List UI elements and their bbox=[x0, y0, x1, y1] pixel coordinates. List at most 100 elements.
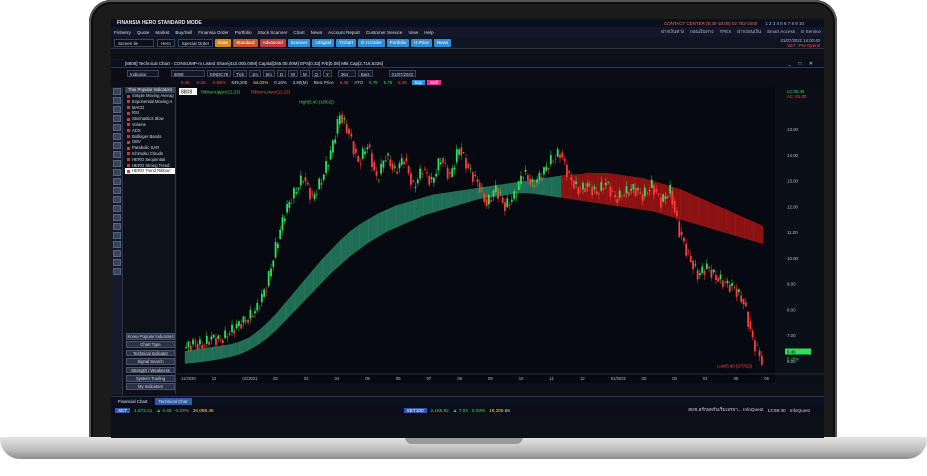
menu-item-7[interactable]: Chart bbox=[290, 30, 307, 35]
tool-icon[interactable] bbox=[112, 160, 121, 167]
screen-select[interactable]: Screen ile bbox=[114, 38, 154, 47]
price-chart[interactable]: 8808 RibbonUpper(12,23) RibbonLower(12,23)… bbox=[177, 87, 824, 383]
menu-item-0[interactable]: Finberry bbox=[111, 30, 134, 35]
news-ticker[interactable]: สมช.อรักษพรับเริ่มเจรจา... InfoQuest bbox=[688, 407, 763, 414]
bottom-tab-0[interactable]: Financial Chart bbox=[114, 398, 152, 405]
interval-7[interactable]: Y bbox=[322, 69, 332, 77]
bottom-tab-1[interactable]: Technical Char bbox=[154, 397, 192, 405]
tool-icon[interactable] bbox=[112, 268, 121, 275]
interval-1[interactable]: 1m bbox=[248, 69, 261, 77]
vol-pct: 64.02% bbox=[253, 80, 269, 85]
candle-body bbox=[625, 186, 628, 194]
menu-item-11[interactable]: View bbox=[405, 30, 421, 35]
window-controls[interactable]: _ □ ✕ bbox=[788, 61, 816, 67]
bar-count[interactable]: 364 bbox=[337, 69, 356, 77]
tool-icon[interactable] bbox=[112, 88, 121, 95]
sell-button[interactable]: Sell bbox=[427, 80, 441, 85]
interval-6[interactable]: Q bbox=[311, 69, 321, 77]
bar-unit[interactable]: Bars bbox=[357, 69, 373, 77]
tool-icon[interactable] bbox=[112, 205, 121, 212]
panel-button-1[interactable]: Chart Type bbox=[126, 341, 175, 348]
candle-body bbox=[728, 284, 731, 292]
ribbon-segment bbox=[744, 217, 754, 242]
tool-icon[interactable] bbox=[112, 133, 121, 140]
tool-icon[interactable] bbox=[112, 223, 121, 230]
tool-icon[interactable] bbox=[112, 187, 121, 194]
tool-icon[interactable] bbox=[112, 196, 121, 203]
menu-right-item-4[interactable]: Smart Access bbox=[764, 29, 798, 36]
menu-right-item-0[interactable]: ฝากเงินทาง bbox=[658, 29, 687, 36]
tool-icon[interactable] bbox=[112, 178, 121, 185]
interval-5[interactable]: M bbox=[300, 69, 310, 77]
set-pct: 0.23% bbox=[175, 407, 189, 413]
mode-button-7[interactable]: Portfolio bbox=[386, 38, 410, 47]
tool-icon[interactable] bbox=[112, 151, 121, 158]
interval-2[interactable]: 5m bbox=[262, 69, 275, 77]
candle-body bbox=[384, 160, 387, 162]
panel-button-5[interactable]: System Trading bbox=[126, 375, 175, 382]
open-price: 5.75 bbox=[369, 80, 378, 85]
mode-button-2[interactable]: Advanced bbox=[259, 38, 286, 47]
panel-button-6[interactable]: My Indicators bbox=[126, 383, 175, 390]
panel-button-3[interactable]: Signal Search bbox=[126, 358, 175, 365]
special-order-select[interactable]: Special Order bbox=[177, 38, 214, 47]
mode-button-6[interactable]: O.H.Order bbox=[357, 38, 385, 47]
tool-icon[interactable] bbox=[112, 106, 121, 113]
low-price: 5.45 bbox=[398, 80, 407, 85]
indicator-select[interactable]: Indicator bbox=[127, 69, 159, 77]
menu-item-9[interactable]: Account Report bbox=[325, 30, 363, 35]
code-field[interactable]: EINDC78 bbox=[207, 69, 232, 77]
candle-body bbox=[462, 152, 465, 153]
contact-center[interactable]: CONTACT CENTER (8:30-18:00) 02 782-2400 bbox=[664, 21, 757, 26]
menu-item-5[interactable]: Portfolio bbox=[232, 30, 255, 35]
hero-select[interactable]: Hero bbox=[157, 38, 175, 47]
tool-icon[interactable] bbox=[112, 169, 121, 176]
tool-icon[interactable] bbox=[112, 142, 121, 149]
menu-right-item-5[interactable]: E-Service bbox=[798, 29, 824, 36]
candle-body bbox=[504, 202, 506, 212]
panel-button-0[interactable]: Korea Popular Indicators bbox=[126, 333, 175, 340]
buy-button[interactable]: Buy bbox=[411, 80, 426, 85]
mode-button-4[interactable]: UDigital bbox=[312, 38, 335, 47]
window-numbers[interactable]: 1 2 3 4 5 6 7 8 9 10 bbox=[765, 21, 804, 26]
symbol-input[interactable]: 8808 bbox=[171, 69, 205, 77]
interval-3[interactable]: D bbox=[276, 69, 286, 77]
candle-body bbox=[263, 289, 266, 297]
interval-0[interactable]: Tick bbox=[233, 69, 247, 77]
candle-body bbox=[377, 179, 380, 181]
menu-right-item-3[interactable]: ฝากถอนเงิน bbox=[734, 29, 764, 36]
tool-icon[interactable] bbox=[112, 124, 121, 131]
menu-right-item-2[interactable]: TFEX bbox=[717, 29, 735, 36]
mode-button-1[interactable]: Standard bbox=[233, 38, 258, 47]
tool-icon[interactable] bbox=[112, 259, 121, 266]
candle-body bbox=[733, 287, 736, 289]
tool-icon[interactable] bbox=[112, 97, 121, 104]
menu-item-10[interactable]: Customer Service bbox=[363, 30, 406, 35]
mode-button-8[interactable]: H.Price bbox=[411, 38, 432, 47]
indicator-item[interactable]: HERO Trend Ribbon bbox=[125, 168, 175, 175]
x-tick-label: 06 bbox=[396, 376, 401, 381]
menu-item-6[interactable]: Stock Scanner bbox=[255, 30, 291, 35]
menu-right-item-1[interactable]: ถอนเงินทาง bbox=[687, 29, 717, 36]
panel-button-2[interactable]: Technical Indicator bbox=[126, 349, 175, 357]
tool-icon[interactable] bbox=[112, 250, 121, 257]
panel-button-4[interactable]: Strength / Weakness bbox=[126, 366, 175, 374]
tool-icon[interactable] bbox=[112, 241, 121, 248]
interval-4[interactable]: W bbox=[287, 69, 299, 77]
menu-item-4[interactable]: Finansia Order bbox=[195, 30, 231, 35]
menu-item-1[interactable]: Quote bbox=[134, 30, 153, 35]
quote-bar: 5.45 -0.15 -2.68% 649,300 64.02% 0.16% 3… bbox=[111, 78, 824, 87]
menu-item-12[interactable]: Help bbox=[421, 30, 436, 35]
mode-button-3[interactable]: Scanner bbox=[287, 38, 311, 47]
mode-button-0[interactable]: Easy bbox=[215, 38, 232, 47]
date-field[interactable]: 01/07/2022 bbox=[388, 69, 417, 77]
menu-item-2[interactable]: Market bbox=[152, 30, 172, 35]
tool-icon[interactable] bbox=[112, 214, 121, 221]
tool-icon[interactable] bbox=[112, 115, 121, 122]
tool-icon[interactable] bbox=[112, 232, 121, 239]
menu-item-8[interactable]: News bbox=[308, 30, 326, 35]
set100-label: SET100 bbox=[403, 407, 427, 413]
mode-button-9[interactable]: News bbox=[433, 38, 452, 47]
menu-item-3[interactable]: Buy/Sell bbox=[172, 30, 195, 35]
mode-button-5[interactable]: TChart bbox=[336, 38, 356, 47]
